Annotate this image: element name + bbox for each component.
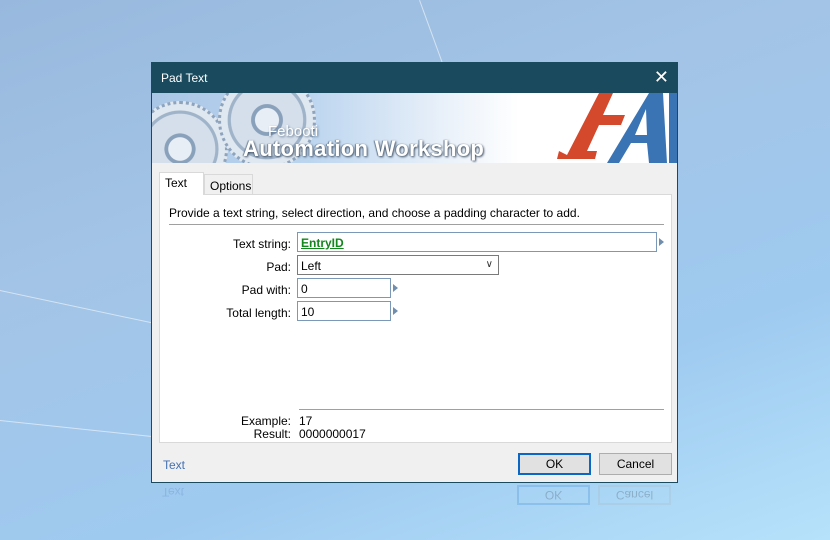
description-text: Provide a text string, select direction,… <box>169 206 580 220</box>
product-banner: Febooti Automation Workshop <box>152 93 677 163</box>
pad-direction-select[interactable]: Left ∨ <box>297 255 499 275</box>
title-bar: Pad Text ✕ <box>152 63 677 93</box>
total-length-label: Total length: <box>226 306 291 320</box>
reflection-ok: OK <box>517 485 590 505</box>
example-label: Example: <box>240 414 291 428</box>
close-icon[interactable]: ✕ <box>654 67 669 87</box>
pad-with-value: 0 <box>301 282 308 296</box>
example-value: 17 <box>299 414 313 428</box>
help-link[interactable]: Text <box>163 458 185 472</box>
fa-logo-icon <box>557 93 677 163</box>
window-title: Pad Text <box>161 71 208 85</box>
pad-with-menu-arrow-icon[interactable] <box>393 284 398 292</box>
pad-with-input[interactable]: 0 <box>297 278 391 298</box>
wallpaper-streak <box>0 290 177 329</box>
dialog-reflection: Text OK Cancel <box>151 483 678 540</box>
text-string-label: Text string: <box>232 237 291 251</box>
tab-panel-text: Provide a text string, select direction,… <box>159 194 672 443</box>
wallpaper-streak <box>0 420 160 438</box>
pad-text-dialog: Pad Text ✕ Febooti Automation Workshop T… <box>151 62 678 483</box>
gear-icon <box>152 101 228 163</box>
pad-with-label: Pad with: <box>241 283 291 297</box>
pad-direction-value: Left <box>301 259 322 273</box>
reflection-cancel: Cancel <box>598 485 671 505</box>
text-string-menu-arrow-icon[interactable] <box>659 238 664 246</box>
total-length-menu-arrow-icon[interactable] <box>393 307 398 315</box>
cancel-button[interactable]: Cancel <box>599 453 672 475</box>
result-label: Result: <box>253 427 291 441</box>
pad-label: Pad: <box>266 260 291 274</box>
chevron-down-icon: ∨ <box>485 259 493 270</box>
text-string-input[interactable]: EntryID <box>297 232 657 252</box>
divider <box>169 224 664 225</box>
ok-button[interactable]: OK <box>518 453 591 475</box>
total-length-value: 10 <box>301 305 315 319</box>
brand-automation-workshop: Automation Workshop <box>243 136 485 161</box>
reflection-help-link: Text <box>162 485 185 499</box>
tab-text[interactable]: Text <box>159 172 204 195</box>
tab-options[interactable]: Options <box>204 174 253 194</box>
total-length-input[interactable]: 10 <box>297 301 391 321</box>
result-value: 0000000017 <box>299 427 366 441</box>
divider <box>299 409 664 410</box>
text-string-variable-link[interactable]: EntryID <box>301 236 344 250</box>
